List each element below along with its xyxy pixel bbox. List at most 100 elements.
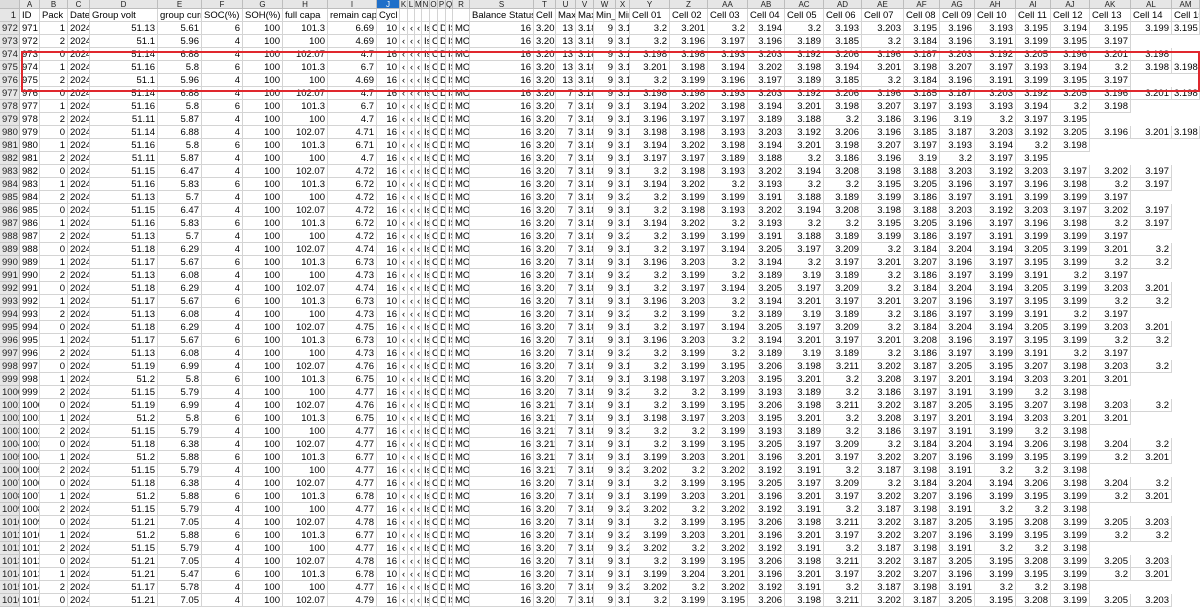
- data-cell[interactable]: ‹: [415, 217, 422, 230]
- data-cell[interactable]: 2: [40, 308, 68, 321]
- data-cell[interactable]: 3.197: [824, 334, 862, 347]
- data-cell[interactable]: 16: [377, 464, 400, 477]
- data-cell[interactable]: ‹: [408, 308, 415, 321]
- data-cell[interactable]: 4.73: [328, 308, 377, 321]
- column-title[interactable]: Max: [576, 9, 594, 22]
- data-cell[interactable]: ISG: [446, 269, 453, 282]
- data-cell[interactable]: 3.207: [904, 451, 940, 464]
- data-cell[interactable]: 9: [594, 412, 616, 425]
- data-cell[interactable]: 3.198: [785, 399, 824, 412]
- data-cell[interactable]: 51.15: [90, 386, 158, 399]
- data-cell[interactable]: 3.2: [862, 243, 904, 256]
- data-cell[interactable]: 3.209: [534, 529, 556, 542]
- data-cell[interactable]: 3.2: [1090, 490, 1131, 503]
- data-cell[interactable]: 4.77: [328, 542, 377, 555]
- data-cell[interactable]: 6.99: [158, 399, 202, 412]
- data-cell[interactable]: 3.197: [975, 178, 1016, 191]
- data-cell[interactable]: 3.195: [975, 594, 1016, 607]
- data-cell[interactable]: ‹: [408, 438, 415, 451]
- data-cell[interactable]: 3.199: [630, 529, 670, 542]
- data-cell[interactable]: 3.2: [824, 503, 862, 516]
- row-header[interactable]: 979: [0, 113, 20, 126]
- data-cell[interactable]: 6.77: [328, 529, 377, 542]
- column-title[interactable]: Balance Status: [470, 9, 534, 22]
- data-cell[interactable]: 3.203: [940, 48, 975, 61]
- data-cell[interactable]: 3.184: [904, 74, 940, 87]
- data-cell[interactable]: 3.206: [748, 516, 785, 529]
- data-cell[interactable]: 13: [556, 61, 576, 74]
- data-cell[interactable]: 3.194: [975, 282, 1016, 295]
- data-cell[interactable]: 3.187: [862, 542, 904, 555]
- data-cell[interactable]: 9: [594, 360, 616, 373]
- data-cell[interactable]: 990: [20, 269, 40, 282]
- data-cell[interactable]: 100: [243, 477, 283, 490]
- data-cell[interactable]: 7: [556, 477, 576, 490]
- data-cell[interactable]: 3.199: [630, 568, 670, 581]
- data-cell[interactable]: 3.202: [1090, 165, 1131, 178]
- data-cell[interactable]: 3.2: [975, 581, 1016, 594]
- data-cell[interactable]: 2: [40, 464, 68, 477]
- data-cell[interactable]: 3.189: [785, 35, 824, 48]
- data-cell[interactable]: ‹: [400, 243, 408, 256]
- data-cell[interactable]: 3.197: [785, 321, 824, 334]
- data-cell[interactable]: 0: [40, 438, 68, 451]
- data-cell[interactable]: 3.194: [748, 256, 785, 269]
- data-cell[interactable]: ISG: [446, 178, 453, 191]
- column-header-u[interactable]: U: [556, 0, 576, 9]
- column-title[interactable]: Cell 13: [1090, 9, 1131, 22]
- data-cell[interactable]: ‹: [400, 87, 408, 100]
- data-cell[interactable]: 3.198: [1172, 126, 1200, 139]
- data-cell[interactable]: 3.198: [1090, 100, 1131, 113]
- data-cell[interactable]: 3.211: [534, 451, 556, 464]
- data-cell[interactable]: 1: [40, 139, 68, 152]
- column-title[interactable]: DateTime: [68, 9, 90, 22]
- data-cell[interactable]: 3.187: [576, 477, 594, 490]
- data-cell[interactable]: 16: [470, 529, 534, 542]
- data-cell[interactable]: MOS On: [453, 87, 470, 100]
- column-header-o[interactable]: O: [430, 0, 438, 9]
- data-cell[interactable]: ISG: [446, 347, 453, 360]
- data-cell[interactable]: 3.208: [534, 230, 556, 243]
- data-cell[interactable]: 3.203: [1016, 412, 1051, 425]
- data-cell[interactable]: 3.201: [940, 373, 975, 386]
- data-cell[interactable]: ‹: [408, 373, 415, 386]
- data-cell[interactable]: 3.195: [616, 126, 630, 139]
- data-cell[interactable]: 3.196: [616, 113, 630, 126]
- data-cell[interactable]: ISG: [446, 334, 453, 347]
- data-cell[interactable]: ISG: [446, 516, 453, 529]
- row-header[interactable]: 994: [0, 308, 20, 321]
- data-cell[interactable]: ISG: [446, 425, 453, 438]
- data-cell[interactable]: 3.2: [785, 256, 824, 269]
- data-cell[interactable]: 0: [40, 594, 68, 607]
- data-cell[interactable]: 5.61: [158, 22, 202, 35]
- data-cell[interactable]: 0: [40, 399, 68, 412]
- data-cell[interactable]: 3.2: [785, 217, 824, 230]
- data-cell[interactable]: 3.197: [1051, 165, 1090, 178]
- data-cell[interactable]: ‹: [415, 269, 422, 282]
- data-cell[interactable]: ‹: [408, 35, 415, 48]
- row-header[interactable]: 980: [0, 126, 20, 139]
- data-cell[interactable]: 7: [556, 581, 576, 594]
- data-cell[interactable]: 3.202: [862, 529, 904, 542]
- data-cell[interactable]: ‹: [408, 243, 415, 256]
- data-cell[interactable]: 3.194: [708, 282, 748, 295]
- data-cell[interactable]: ‹: [415, 191, 422, 204]
- data-cell[interactable]: 3.2: [1051, 100, 1090, 113]
- data-cell[interactable]: 2024.03.25 18:36:39: [68, 477, 90, 490]
- data-cell[interactable]: 3.183: [576, 243, 594, 256]
- data-cell[interactable]: ‹: [400, 165, 408, 178]
- data-cell[interactable]: ‹: [415, 295, 422, 308]
- data-cell[interactable]: D: [438, 269, 446, 282]
- row-header[interactable]: 977: [0, 87, 20, 100]
- data-cell[interactable]: 3.2: [616, 529, 630, 542]
- data-cell[interactable]: 3.208: [862, 373, 904, 386]
- data-cell[interactable]: 3.198: [785, 360, 824, 373]
- data-cell[interactable]: 3.2: [1016, 464, 1051, 477]
- data-cell[interactable]: 51.2: [90, 490, 158, 503]
- data-cell[interactable]: 4: [202, 308, 243, 321]
- data-cell[interactable]: ‹: [400, 425, 408, 438]
- data-cell[interactable]: 3.192: [785, 126, 824, 139]
- row-header[interactable]: 1000: [0, 386, 20, 399]
- data-cell[interactable]: ‹: [408, 152, 415, 165]
- data-cell[interactable]: Is: [422, 178, 430, 191]
